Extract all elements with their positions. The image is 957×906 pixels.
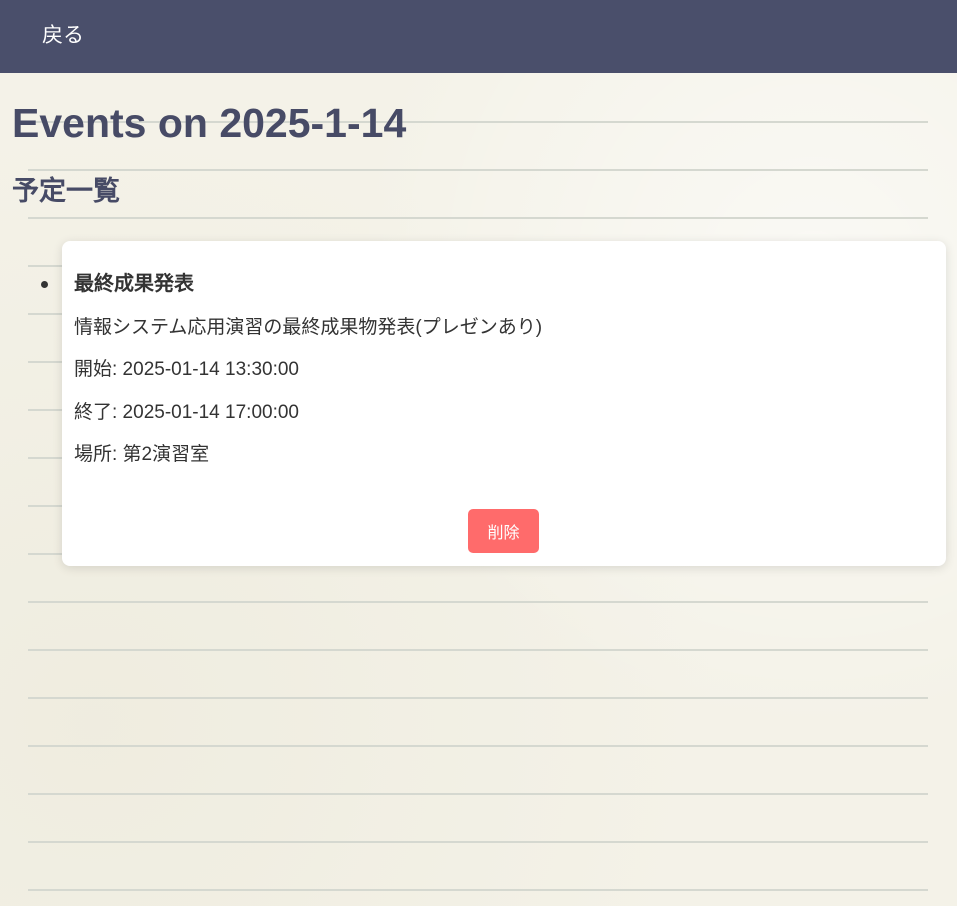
list-bullet	[41, 281, 48, 288]
top-navbar: 戻る	[0, 0, 957, 73]
event-title: 最終成果発表	[74, 271, 194, 295]
event-end-time: 終了: 2025-01-14 17:00:00	[74, 402, 299, 423]
delete-button[interactable]: 削除	[468, 509, 539, 553]
event-place: 場所: 第2演習室	[74, 444, 210, 465]
event-start-time: 開始: 2025-01-14 13:30:00	[74, 359, 299, 380]
event-card: 最終成果発表 情報システム応用演習の最終成果物発表(プレゼンあり) 開始: 20…	[62, 241, 946, 566]
event-description: 情報システム応用演習の最終成果物発表(プレゼンあり)	[74, 317, 543, 338]
back-link[interactable]: 戻る	[42, 20, 84, 50]
page-title: Events on 2025-1-14	[12, 100, 407, 146]
section-title: 予定一覧	[12, 176, 120, 207]
